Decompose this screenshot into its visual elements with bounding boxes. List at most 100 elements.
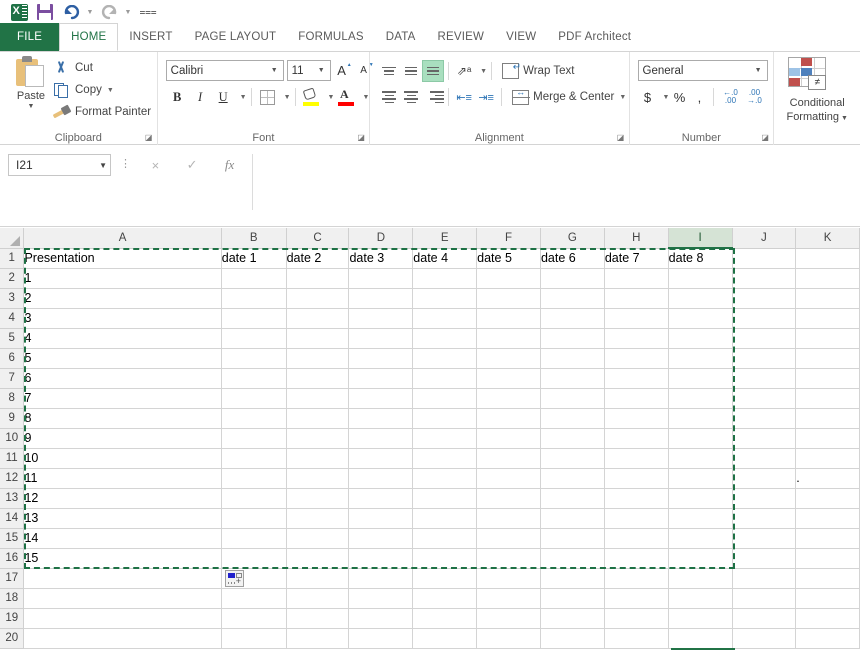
cell-K3[interactable] xyxy=(796,288,860,308)
row-header-13[interactable]: 13 xyxy=(0,488,24,508)
cell-J16[interactable] xyxy=(732,548,796,568)
tab-data[interactable]: DATA xyxy=(375,24,427,51)
cut-button[interactable]: Cut xyxy=(52,57,151,79)
cell-G8[interactable] xyxy=(540,388,604,408)
clipboard-dialog-launcher-icon[interactable]: ◪ xyxy=(144,133,154,143)
cell-F12[interactable] xyxy=(477,468,541,488)
cell-F9[interactable] xyxy=(477,408,541,428)
cell-G3[interactable] xyxy=(540,288,604,308)
cell-H18[interactable] xyxy=(604,588,668,608)
cell-E7[interactable] xyxy=(413,368,477,388)
cell-E13[interactable] xyxy=(413,488,477,508)
cell-I19[interactable] xyxy=(668,608,732,628)
cell-A2[interactable]: 1 xyxy=(24,268,221,288)
cell-B5[interactable] xyxy=(221,328,286,348)
conditional-formatting-button[interactable]: ≠ xyxy=(788,57,832,93)
customize-qat-icon[interactable]: ⩶ xyxy=(142,1,154,23)
row-header-11[interactable]: 11 xyxy=(0,448,24,468)
cell-D17[interactable] xyxy=(349,568,413,588)
cell-D6[interactable] xyxy=(349,348,413,368)
row-header-9[interactable]: 9 xyxy=(0,408,24,428)
column-header-G[interactable]: G xyxy=(540,228,604,248)
tab-home[interactable]: HOME xyxy=(59,23,118,51)
cell-I11[interactable] xyxy=(668,448,732,468)
cell-G15[interactable] xyxy=(540,528,604,548)
cell-C19[interactable] xyxy=(286,608,349,628)
cell-K4[interactable] xyxy=(796,308,860,328)
cell-A14[interactable]: 13 xyxy=(24,508,221,528)
cell-J1[interactable] xyxy=(732,248,796,268)
cell-J7[interactable] xyxy=(732,368,796,388)
cell-B20[interactable] xyxy=(221,628,286,648)
cell-H13[interactable] xyxy=(604,488,668,508)
row-header-14[interactable]: 14 xyxy=(0,508,24,528)
column-header-J[interactable]: J xyxy=(732,228,796,248)
row-header-12[interactable]: 12 xyxy=(0,468,24,488)
decrease-indent-button[interactable]: ⇤≡ xyxy=(453,86,475,108)
row-header-5[interactable]: 5 xyxy=(0,328,24,348)
cell-A10[interactable]: 9 xyxy=(24,428,221,448)
cell-A4[interactable]: 3 xyxy=(24,308,221,328)
decrease-decimal-button[interactable]: .00→.0 xyxy=(742,89,766,105)
cell-F15[interactable] xyxy=(477,528,541,548)
cell-J5[interactable] xyxy=(732,328,796,348)
enter-icon[interactable]: ✓ xyxy=(187,157,198,173)
cell-A11[interactable]: 10 xyxy=(24,448,221,468)
cell-H12[interactable] xyxy=(604,468,668,488)
cell-D1[interactable]: date 3 xyxy=(349,248,413,268)
cell-G7[interactable] xyxy=(540,368,604,388)
cell-I6[interactable] xyxy=(668,348,732,368)
cell-J9[interactable] xyxy=(732,408,796,428)
cell-D13[interactable] xyxy=(349,488,413,508)
row-header-18[interactable]: 18 xyxy=(0,588,24,608)
underline-button[interactable]: U xyxy=(212,86,235,108)
align-center-button[interactable] xyxy=(400,86,422,108)
cell-A3[interactable]: 2 xyxy=(24,288,221,308)
cell-C18[interactable] xyxy=(286,588,349,608)
row-header-20[interactable]: 20 xyxy=(0,628,24,648)
cell-B16[interactable] xyxy=(221,548,286,568)
cell-B7[interactable] xyxy=(221,368,286,388)
cell-I15[interactable] xyxy=(668,528,732,548)
accounting-format-button[interactable]: $ xyxy=(638,86,658,108)
cell-C9[interactable] xyxy=(286,408,349,428)
tab-file[interactable]: FILE xyxy=(0,23,59,51)
cell-D18[interactable] xyxy=(349,588,413,608)
cell-H17[interactable] xyxy=(604,568,668,588)
cell-F16[interactable] xyxy=(477,548,541,568)
row-header-19[interactable]: 19 xyxy=(0,608,24,628)
cell-H7[interactable] xyxy=(604,368,668,388)
cell-A12[interactable]: 11 xyxy=(24,468,221,488)
cell-D20[interactable] xyxy=(349,628,413,648)
cell-H11[interactable] xyxy=(604,448,668,468)
cell-E20[interactable] xyxy=(413,628,477,648)
cell-K2[interactable] xyxy=(796,268,860,288)
cell-E10[interactable] xyxy=(413,428,477,448)
cell-A13[interactable]: 12 xyxy=(24,488,221,508)
cell-C17[interactable] xyxy=(286,568,349,588)
cell-E17[interactable] xyxy=(413,568,477,588)
cell-H2[interactable] xyxy=(604,268,668,288)
orientation-button[interactable]: ⇗ᵃ xyxy=(453,60,475,82)
cell-K13[interactable] xyxy=(796,488,860,508)
cell-B18[interactable] xyxy=(221,588,286,608)
cell-F17[interactable] xyxy=(477,568,541,588)
cell-A18[interactable] xyxy=(24,588,221,608)
increase-decimal-button[interactable]: ←.0.00 xyxy=(718,89,742,105)
cell-C16[interactable] xyxy=(286,548,349,568)
row-header-4[interactable]: 4 xyxy=(0,308,24,328)
cell-D3[interactable] xyxy=(349,288,413,308)
insert-function-icon[interactable]: fx xyxy=(225,157,234,173)
cell-E15[interactable] xyxy=(413,528,477,548)
cell-E11[interactable] xyxy=(413,448,477,468)
cell-K16[interactable] xyxy=(796,548,860,568)
select-all-corner[interactable] xyxy=(0,228,24,248)
excel-logo-icon[interactable] xyxy=(6,1,32,23)
cell-J14[interactable] xyxy=(732,508,796,528)
cell-D16[interactable] xyxy=(349,548,413,568)
comma-style-button[interactable]: , xyxy=(689,86,709,108)
cell-C14[interactable] xyxy=(286,508,349,528)
number-format-combo[interactable]: General ▼ xyxy=(638,60,768,81)
column-header-H[interactable]: H xyxy=(604,228,668,248)
cell-J10[interactable] xyxy=(732,428,796,448)
